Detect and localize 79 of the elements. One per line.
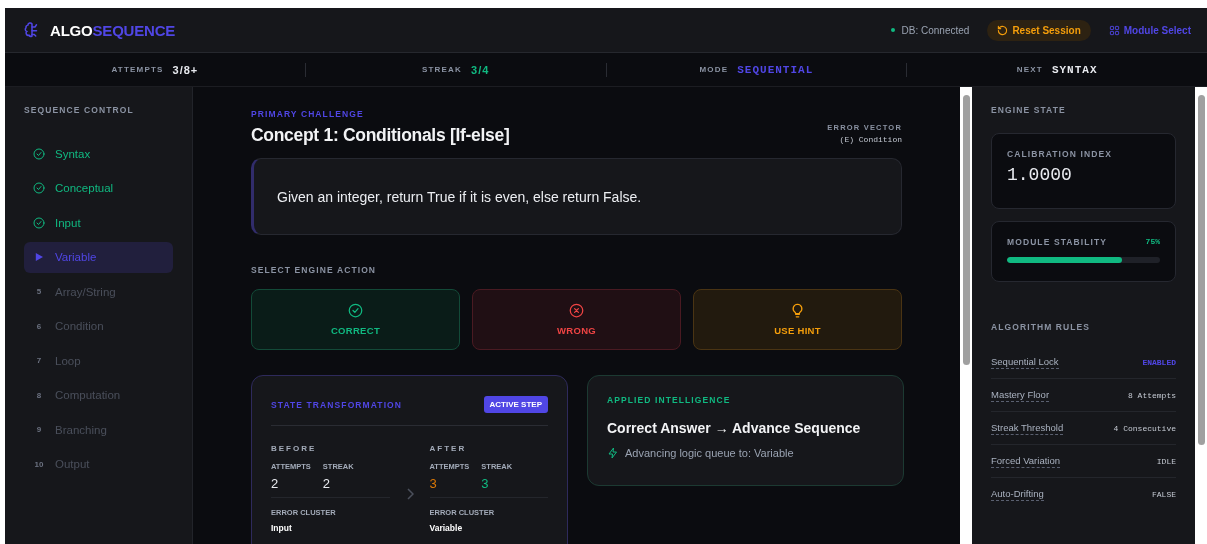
section-title: ENGINE STATE: [991, 105, 1067, 115]
refresh-icon: [997, 24, 1009, 36]
sequence-step[interactable]: 9 Branching: [24, 414, 173, 446]
metric-value: 3: [481, 476, 490, 491]
stat-value: SEQUENTIAL: [737, 63, 814, 76]
rule-value: FALSE: [1152, 490, 1176, 499]
sequence-step[interactable]: 5 Array/String: [24, 276, 173, 308]
sequence-step[interactable]: Conceptual: [24, 172, 173, 204]
rule-label: Forced Variation: [991, 454, 1060, 468]
x-circle-icon: [569, 303, 584, 318]
eyebrow-label: PRIMARY CHALLENGE: [251, 109, 365, 119]
scrollbar[interactable]: [1195, 87, 1207, 544]
stability-label: MODULE STABILITY: [1007, 237, 1108, 247]
sequence-step[interactable]: 10 Output: [24, 448, 173, 480]
action-button[interactable]: CORRECT: [251, 289, 460, 350]
intelligence-detail: Advancing logic queue to: Variable: [625, 447, 794, 459]
metric-value: 2: [322, 476, 332, 491]
stat-value: 3/8+: [172, 63, 199, 76]
column-heading: AFTER: [429, 444, 468, 453]
rule-value: 4 Consecutive: [1113, 423, 1176, 433]
step-number: 9: [35, 425, 43, 435]
stability-reading: 75%: [1145, 237, 1160, 247]
sequence-step[interactable]: Input: [24, 207, 173, 239]
sequence-step[interactable]: 6 Condition: [24, 310, 173, 342]
section-title: SEQUENCE CONTROL: [24, 105, 135, 115]
play-icon: [35, 253, 43, 262]
rule-label: Sequential Lock: [991, 355, 1059, 369]
step-number: 5: [35, 287, 43, 297]
sequence-step[interactable]: Syntax: [24, 138, 173, 170]
card-title: STATE TRANSFORMATION: [271, 399, 403, 410]
scrollbar[interactable]: [960, 87, 972, 544]
metric-value: 3: [429, 476, 438, 491]
sequence-step[interactable]: 7 Loop: [24, 345, 173, 377]
calibration-label: CALIBRATION INDEX: [1007, 149, 1113, 159]
chevron-right-icon: [405, 487, 414, 500]
rule-value: IDLE: [1156, 456, 1176, 466]
action-button[interactable]: USE HINT: [693, 289, 902, 350]
app-logo: ALGOSEQUENCE: [50, 21, 176, 39]
cluster-value: Variable: [429, 523, 464, 533]
section-title: ALGORITHM RULES: [991, 322, 1092, 332]
challenge-title: Concept 1: Conditionals [If-else]: [251, 125, 510, 146]
stat-label: STREAK: [421, 65, 462, 74]
stat-label: NEXT: [1016, 65, 1043, 74]
check-circle-icon: [33, 216, 45, 229]
error-vector-value: (E) Condition: [839, 135, 902, 144]
grid-icon: [1108, 24, 1120, 36]
step-number: 8: [35, 390, 43, 400]
action-button[interactable]: WRONG: [472, 289, 681, 350]
metric-value: 2: [271, 476, 280, 491]
calibration-value: 1.0000: [1007, 165, 1073, 185]
section-title: SELECT ENGINE ACTION: [251, 265, 378, 275]
rule-label: Streak Threshold: [991, 421, 1064, 435]
step-number: 10: [33, 459, 45, 469]
column-heading: BEFORE: [271, 444, 318, 453]
step-number: 6: [35, 321, 43, 331]
check-circle-icon: [348, 303, 363, 318]
stat-value: SYNTAX: [1051, 63, 1098, 76]
sequence-step[interactable]: 8 Computation: [24, 379, 173, 411]
active-step-badge: ACTIVE STEP: [483, 396, 548, 413]
lightning-icon: [607, 447, 619, 459]
rule-value: ENABLED: [1142, 357, 1176, 367]
rule-label: Auto-Drifting: [991, 488, 1044, 501]
stat-label: MODE: [699, 65, 729, 74]
eyebrow-label: APPLIED INTELLIGENCE: [607, 395, 732, 405]
cluster-value: Input: [271, 523, 293, 533]
stat-value: 3/4: [471, 63, 490, 76]
reset-session-button[interactable]: Reset Session: [987, 19, 1091, 41]
stat-label: ATTEMPTS: [111, 65, 164, 74]
db-status: DB: Connected: [901, 24, 970, 36]
intelligence-title: Correct Answer → Advance Sequence: [607, 420, 862, 436]
module-select-button[interactable]: Module Select: [1108, 24, 1191, 36]
check-circle-icon: [33, 147, 45, 160]
lightbulb-icon: [790, 303, 805, 318]
challenge-prompt: Given an integer, return True if it is even, else return False.: [251, 158, 902, 235]
rule-value: 8 Attempts: [1128, 390, 1176, 400]
sequence-step[interactable]: Variable: [24, 241, 173, 273]
rule-label: Mastery Floor: [991, 388, 1050, 402]
step-number: 7: [35, 356, 43, 366]
check-circle-icon: [33, 182, 45, 195]
